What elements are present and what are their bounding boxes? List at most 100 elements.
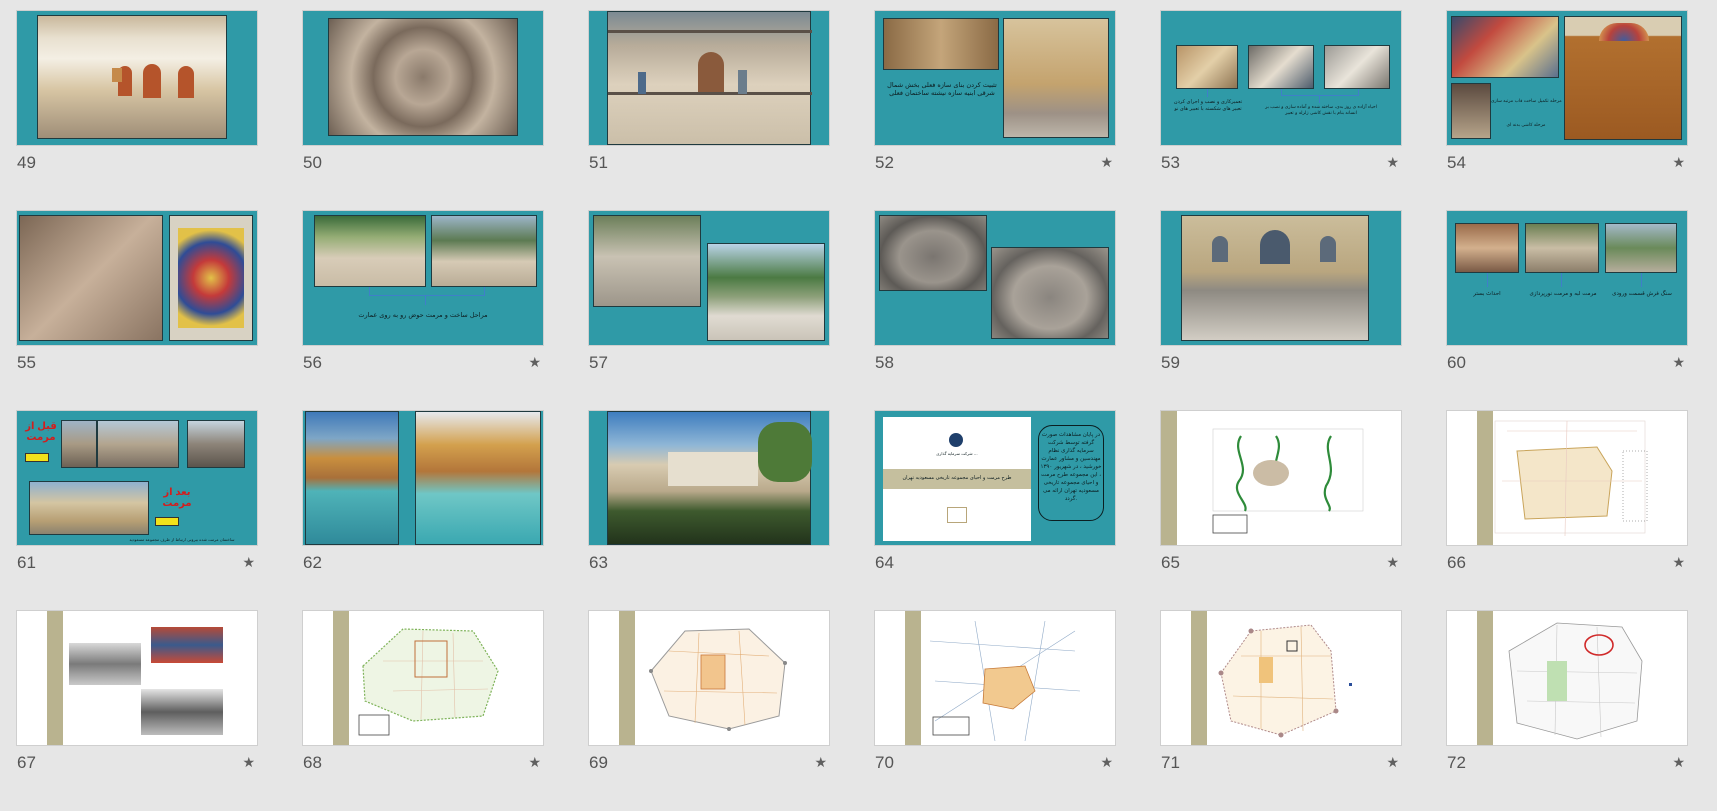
palace-courtyard-photo <box>1181 215 1369 341</box>
tile-photo <box>151 627 223 663</box>
slide-number: 53 <box>1161 153 1180 172</box>
slide-number: 69 <box>589 753 608 772</box>
slide-thumbnail[interactable]: 66 ★ <box>1447 411 1687 611</box>
slide-preview[interactable] <box>1161 411 1401 545</box>
before-label: قبل از مرمت <box>25 421 57 443</box>
pool-construction-photo-1 <box>314 215 426 287</box>
city-map <box>1508 622 1643 740</box>
slide-thumbnail[interactable]: 58 <box>875 211 1115 411</box>
slide-thumbnail[interactable]: مرحله تکمیل ساخت قاب مرتبه سازی مرحله کا… <box>1447 11 1687 211</box>
slide-thumbnail[interactable]: سنگ فرش قسمت ورودی مرمت لبه و مرمت نورپر… <box>1447 211 1687 411</box>
construction-photo-2 <box>1525 223 1599 273</box>
craftsman-photo <box>1451 83 1491 139</box>
slide-thumbnail[interactable]: 65 ★ <box>1161 411 1401 611</box>
slide-thumbnail[interactable]: 49 <box>17 11 257 211</box>
slide-thumbnail[interactable]: مراحل ساخت و مرمت حوض رو به روی عمارت 56… <box>303 211 543 411</box>
connector-bracket <box>1281 89 1359 96</box>
slide-preview[interactable] <box>1447 411 1687 545</box>
slide-preview[interactable] <box>17 611 257 745</box>
slide-preview[interactable]: قبل از مرمت بعد از مرمت ساختمان مرمت شده… <box>17 411 257 545</box>
slide-thumbnail[interactable]: 72 ★ <box>1447 611 1687 811</box>
slide-caption: ساختمان مرمت شده بیرونی ارتباط از طرف مج… <box>129 537 235 542</box>
after-photo <box>29 481 149 535</box>
slide-thumbnail[interactable]: 59 <box>1161 211 1401 411</box>
slide-preview[interactable] <box>589 611 829 745</box>
star-icon[interactable]: ★ <box>1386 154 1399 171</box>
slide-preview[interactable] <box>17 211 257 345</box>
connector-line <box>1641 273 1642 287</box>
slide-number: 52 <box>875 153 894 172</box>
tile-assembly-photo <box>1451 16 1559 78</box>
slide-thumbnail[interactable]: تعمیرکاری و نصب و اجرای کردن تعبیر های ش… <box>1161 11 1401 211</box>
slide-preview[interactable] <box>875 611 1115 745</box>
star-icon[interactable]: ★ <box>1672 354 1685 371</box>
slide-preview[interactable]: شرکت سرمایه گذاری ... طرح مرمت و احیای م… <box>875 411 1115 545</box>
construction-photo-3 <box>1605 223 1677 273</box>
slide-preview[interactable] <box>875 211 1115 345</box>
slide-preview[interactable] <box>1161 211 1401 345</box>
star-icon[interactable]: ★ <box>528 354 541 371</box>
star-icon[interactable]: ★ <box>1672 154 1685 171</box>
connector-line <box>1487 273 1488 287</box>
slide-thumbnail[interactable]: 55 <box>17 211 257 411</box>
slide-caption: مرمت لبه و مرمت نورپردازی <box>1529 291 1597 297</box>
before-arrow-icon <box>25 453 49 462</box>
star-icon[interactable]: ★ <box>242 754 255 771</box>
star-icon[interactable]: ★ <box>1100 754 1113 771</box>
connector-line <box>1319 95 1320 103</box>
star-icon[interactable]: ★ <box>242 554 255 571</box>
slide-thumbnail[interactable]: تثبیت کردن بنای سازه فعلی بخش شمال شرقی … <box>875 11 1115 211</box>
slide-thumbnail[interactable]: 69 ★ <box>589 611 829 811</box>
slide-preview[interactable] <box>589 211 829 345</box>
slide-thumbnail[interactable]: قبل از مرمت بعد از مرمت ساختمان مرمت شده… <box>17 411 257 611</box>
dry-pool-photo-1 <box>879 215 987 291</box>
before-photo-1 <box>61 420 97 468</box>
slide-preview[interactable] <box>1447 611 1687 745</box>
slide-number: 56 <box>303 353 322 372</box>
slide-number: 70 <box>875 753 894 772</box>
slide-caption: سنگ فرش قسمت ورودی <box>1612 291 1672 297</box>
star-icon[interactable]: ★ <box>1672 554 1685 571</box>
slide-preview[interactable]: مراحل ساخت و مرمت حوض رو به روی عمارت <box>303 211 543 345</box>
slide-thumbnail[interactable]: 71 ★ <box>1161 611 1401 811</box>
pavilion-pool-photo-2 <box>415 411 541 545</box>
sidebar-band <box>47 611 63 745</box>
star-icon[interactable]: ★ <box>528 754 541 771</box>
connector-bracket <box>369 287 485 296</box>
slide-preview[interactable] <box>303 611 543 745</box>
after-arrow-icon <box>155 517 179 526</box>
slide-preview[interactable]: تثبیت کردن بنای سازه فعلی بخش شمال شرقی … <box>875 11 1115 145</box>
slide-sorter-grid: 49 50 51 تثبیت کردن بنای سازه فعلی بخش ش… <box>17 11 1687 811</box>
star-icon[interactable]: ★ <box>814 754 827 771</box>
slide-preview[interactable]: مرحله تکمیل ساخت قاب مرتبه سازی مرحله کا… <box>1447 11 1687 145</box>
star-icon[interactable]: ★ <box>1100 154 1113 171</box>
slide-preview[interactable] <box>17 11 257 145</box>
site-plan-map <box>1494 420 1648 537</box>
before-photo-2 <box>97 420 179 468</box>
slide-thumbnail[interactable]: 62 <box>303 411 543 611</box>
slide-thumbnail[interactable]: 63 <box>589 411 829 611</box>
slide-preview[interactable]: تعمیرکاری و نصب و اجرای کردن تعبیر های ش… <box>1161 11 1401 145</box>
slide-number: 63 <box>589 553 608 572</box>
star-icon[interactable]: ★ <box>1672 754 1685 771</box>
slide-caption: احداث بستر <box>1473 291 1501 297</box>
slide-preview[interactable] <box>589 11 829 145</box>
slide-thumbnail[interactable]: 51 <box>589 11 829 211</box>
slide-preview[interactable] <box>303 411 543 545</box>
slide-thumbnail[interactable]: 70 ★ <box>875 611 1115 811</box>
slide-preview[interactable] <box>1161 611 1401 745</box>
connector-line <box>1207 89 1208 97</box>
slide-preview[interactable]: سنگ فرش قسمت ورودی مرمت لبه و مرمت نورپر… <box>1447 211 1687 345</box>
star-icon[interactable]: ★ <box>1386 554 1399 571</box>
slide-thumbnail[interactable]: 50 <box>303 11 543 211</box>
tile-work-photo-3 <box>1324 45 1390 89</box>
slide-thumbnail[interactable]: 57 <box>589 211 829 411</box>
slide-preview[interactable] <box>589 411 829 545</box>
slide-preview[interactable] <box>303 11 543 145</box>
slide-thumbnail[interactable]: شرکت سرمایه گذاری ... طرح مرمت و احیای م… <box>875 411 1115 611</box>
slide-thumbnail[interactable]: 67 ★ <box>17 611 257 811</box>
slide-number: 58 <box>875 353 894 372</box>
star-icon[interactable]: ★ <box>1386 754 1399 771</box>
pool-construction-photo-2 <box>431 215 537 287</box>
slide-thumbnail[interactable]: 68 ★ <box>303 611 543 811</box>
